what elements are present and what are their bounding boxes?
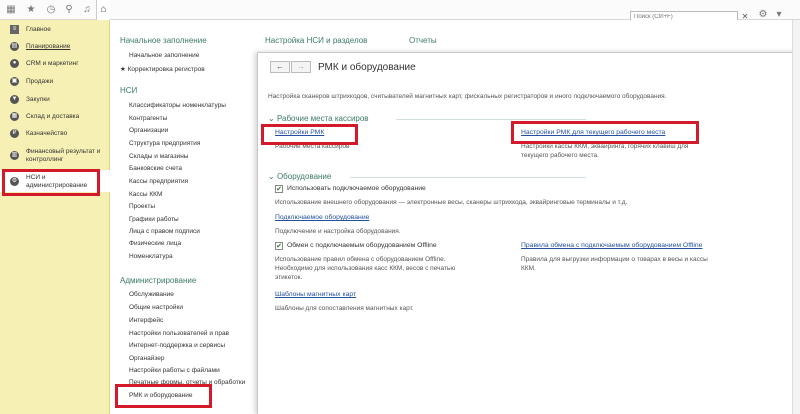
form-intro: Настройка сканеров штрихкодов, считывате… [268, 93, 667, 100]
sidebar-item-label: Планирование [26, 43, 71, 50]
link-nsi-2[interactable]: Организации [129, 127, 168, 134]
link-nsi-7[interactable]: Кассы ККМ [129, 191, 162, 198]
link-nsi-5[interactable]: Банковские счета [129, 165, 182, 172]
form-title: РМК и оборудование [318, 62, 416, 73]
link-nsi-4[interactable]: Склады и магазины [129, 153, 188, 160]
link-nsi-6[interactable]: Кассы предприятия [129, 178, 188, 185]
link-nsi-0[interactable]: Классификаторы номенклатуры [129, 102, 226, 109]
sidebar-item-finance[interactable]: ▥ Финансовый результат и контроллинг [0, 144, 110, 166]
link-nsi-11[interactable]: Физические лица [129, 240, 181, 247]
highlight-rmk-settings [261, 124, 358, 145]
sidebar-item-warehouse[interactable]: ▦ Склад и доставка [0, 109, 110, 125]
link-admin-6[interactable]: Настройки работы с файлами [129, 367, 220, 374]
menu-icon: ≡ [10, 25, 19, 34]
sidebar-item-crm[interactable]: ● CRM и маркетинг [0, 56, 110, 72]
highlight-rmk-link [115, 384, 212, 408]
use-equipment-desc: Использование внешнего оборудования — эл… [275, 199, 628, 206]
star-icon[interactable]: ★ [24, 3, 38, 17]
link-initial-fill[interactable]: Начальное заполнение [129, 52, 199, 59]
link-admin-4[interactable]: Интернет-поддержка и сервисы [129, 342, 225, 349]
link-label: Корректировка регистров [127, 66, 205, 73]
offline-desc-2: Необходимо для использования касс ККМ, в… [275, 265, 456, 272]
use-equipment-label: Использовать подключаемое оборудование [287, 185, 426, 192]
sidebar-item-treasury[interactable]: ₽ Казначейство [0, 126, 110, 142]
panel-heading-settings[interactable]: Настройка НСИ и разделов [265, 36, 367, 45]
sidebar-item-label: CRM и маркетинг [26, 60, 79, 67]
group-cashier-workplaces[interactable]: ⌄ Рабочие места кассиров [268, 114, 369, 123]
forward-button[interactable]: → [291, 61, 311, 73]
home-icon[interactable]: ⌂ [96, 0, 110, 20]
sections-sidebar: ≡ Главное ▤ Планирование ● CRM и маркети… [0, 20, 110, 414]
sales-icon: ▣ [10, 77, 19, 86]
offline-exchange-checkbox[interactable]: ✔ [275, 242, 283, 250]
purchases-icon: ▼ [10, 95, 19, 104]
group-equipment[interactable]: ⌄ Оборудование [268, 172, 331, 181]
panel-heading-nsi: НСИ [120, 86, 138, 95]
panel-heading-initial[interactable]: Начальное заполнение [120, 36, 207, 45]
group-label: Рабочие места кассиров [276, 114, 369, 123]
back-button[interactable]: ← [270, 61, 290, 73]
sidebar-item-label: Закупки [26, 96, 50, 103]
sidebar-item-label: Казначейство [26, 130, 68, 137]
search-icon[interactable]: ⚲ [62, 3, 76, 17]
planning-icon: ▤ [10, 42, 19, 51]
link-nsi-12[interactable]: Номенклатура [129, 253, 173, 260]
top-toolbar: ▦ ★ ◷ ⚲ ♫ ⌂ ✕ ⚙ ▾ [0, 0, 800, 23]
link-nsi-10[interactable]: Лица с правом подписи [129, 228, 200, 235]
history-icon[interactable]: ◷ [44, 3, 58, 17]
magnetic-card-templates-desc: Шаблоны для сопоставления магнитных карт… [275, 305, 414, 312]
link-admin-1[interactable]: Общие настройки [129, 304, 183, 311]
link-nsi-3[interactable]: Структура предприятия [129, 140, 200, 147]
rmk-equipment-form: ← → РМК и оборудование Настройка сканеро… [257, 52, 800, 414]
sidebar-item-main[interactable]: ≡ Главное [0, 22, 110, 38]
rmk-current-desc-1: Настройки кассы ККМ, эквайринга, горячих… [521, 143, 689, 150]
crm-icon: ● [10, 59, 19, 68]
link-register-correction[interactable]: ★ Корректировка регистров [120, 65, 205, 73]
offline-rules-link[interactable]: Правила обмена с подключаемым оборудован… [521, 242, 702, 249]
bell-icon[interactable]: ♫ [80, 3, 94, 17]
sidebar-item-sales[interactable]: ▣ Продажи [0, 74, 110, 90]
sidebar-item-label: Продажи [26, 78, 54, 85]
sidebar-item-label: Главное [26, 26, 51, 33]
magnetic-card-templates-link[interactable]: Шаблоны магнитных карт [275, 291, 356, 298]
offline-exchange-label: Обмен с подключаемым оборудованием Offli… [287, 242, 437, 249]
panel-heading-reports[interactable]: Отчеты [409, 36, 437, 45]
apps-grid-icon[interactable]: ▦ [4, 3, 18, 17]
group-divider [396, 119, 586, 120]
sidebar-item-planning[interactable]: ▤ Планирование [0, 39, 110, 55]
link-nsi-8[interactable]: Проекты [129, 203, 155, 210]
link-nsi-1[interactable]: Контрагенты [129, 115, 167, 122]
link-admin-5[interactable]: Органайзер [129, 355, 165, 362]
link-admin-0[interactable]: Обслуживание [129, 291, 174, 298]
link-admin-3[interactable]: Настройки пользователей и прав [129, 330, 229, 337]
connected-equipment-desc: Подключение и настройка оборудования. [275, 228, 401, 235]
treasury-icon: ₽ [10, 129, 19, 138]
connected-equipment-link[interactable]: Подключаемое оборудование [275, 214, 369, 221]
finance-icon: ▥ [10, 151, 19, 160]
rmk-current-desc-2: текущего рабочего места. [521, 152, 599, 159]
highlight-rmk-current-settings [511, 121, 699, 144]
link-admin-2[interactable]: Интерфейс [129, 317, 163, 324]
offline-rules-desc-2: ККМ. [521, 265, 536, 272]
sidebar-item-purchases[interactable]: ▼ Закупки [0, 92, 110, 108]
group-label: Оборудование [276, 172, 332, 181]
offline-desc-3: этикеток. [275, 274, 303, 281]
sidebar-item-label: Склад и доставка [26, 113, 80, 120]
group-divider [350, 177, 586, 178]
offline-rules-desc-1: Правила для выгрузки информации о товара… [521, 256, 708, 263]
highlight-sidebar-nsi [2, 169, 100, 196]
warehouse-icon: ▦ [10, 112, 19, 121]
scrollbar[interactable] [792, 20, 800, 414]
panel-heading-admin: Администрирование [120, 276, 197, 285]
sidebar-item-label: Финансовый результат и контроллинг [26, 148, 101, 163]
link-nsi-9[interactable]: Графики работы [129, 216, 179, 223]
use-equipment-checkbox[interactable]: ✔ [275, 185, 283, 193]
offline-desc-1: Использование правил обмена с оборудован… [275, 256, 446, 263]
